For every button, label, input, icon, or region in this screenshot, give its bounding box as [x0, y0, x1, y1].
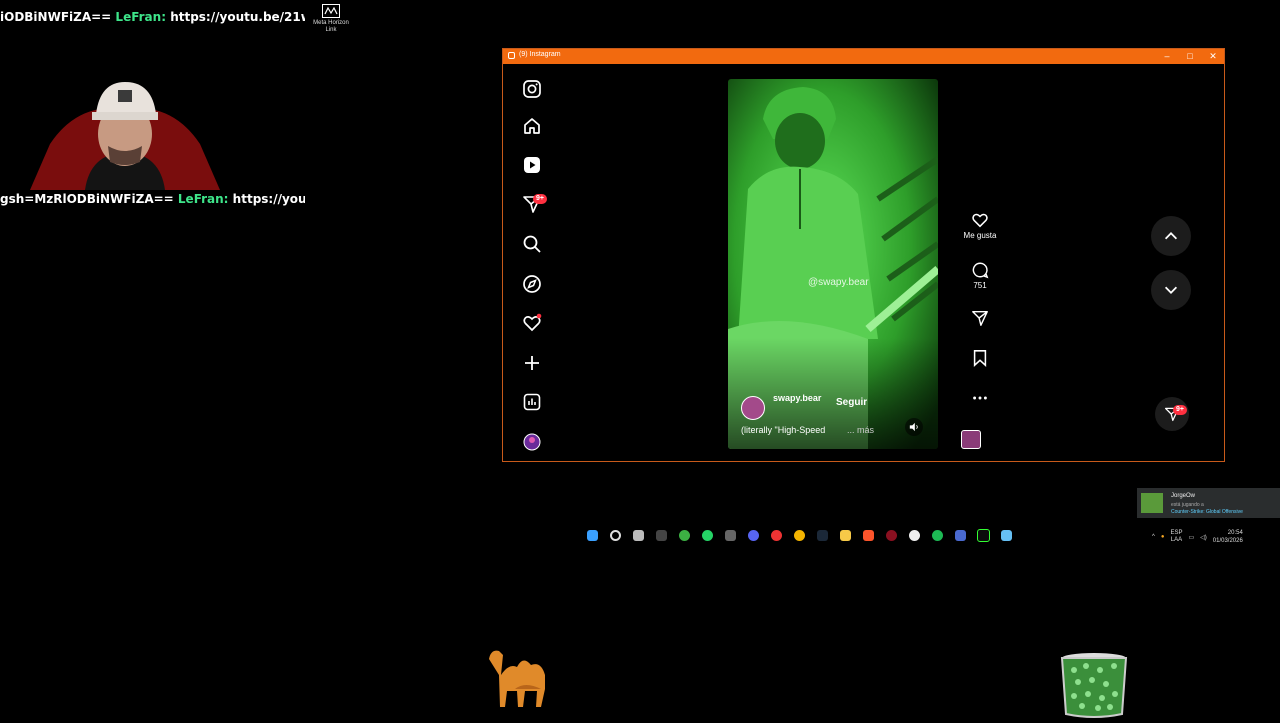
- ticker-user: LeFran:: [115, 10, 166, 24]
- xbox-icon[interactable]: [675, 526, 693, 544]
- caption-more-link[interactable]: ... más: [847, 425, 874, 435]
- comment-icon: [972, 262, 989, 279]
- network-icon[interactable]: ▭: [1188, 534, 1194, 541]
- toast-status: está jugando a: [1171, 502, 1204, 508]
- toast-user: JorgeOw: [1171, 493, 1196, 499]
- window-title: (9) Instagram: [519, 51, 561, 58]
- ticker-link: https://youtu.: [232, 192, 305, 206]
- instagram-window: (9) Instagram – □ ✕ 9+ @swapy.bear swapy…: [502, 48, 1225, 462]
- like-button[interactable]: Me gusta: [955, 211, 1005, 240]
- clock[interactable]: 20:54 01/03/2026: [1213, 529, 1243, 545]
- author-username[interactable]: swapy.bear: [773, 393, 829, 404]
- epic-games-icon[interactable]: [652, 526, 670, 544]
- terminal-icon[interactable]: [974, 526, 992, 544]
- like-label: Me gusta: [963, 231, 997, 240]
- toast-game: Counter-Strike: Global Offensive: [1171, 509, 1243, 515]
- app-icon[interactable]: [951, 526, 969, 544]
- share-button[interactable]: [955, 309, 1005, 329]
- camel-sprite: [485, 645, 557, 710]
- system-tray: ^ ● ESP LAA ▭ ◁) 20:54 01/03/2026: [1152, 526, 1243, 548]
- lang-code: ESP: [1170, 530, 1183, 536]
- ticker-user: LeFran:: [177, 192, 229, 206]
- clock-date: 01/03/2026: [1212, 538, 1243, 544]
- meta-icon: [322, 4, 340, 18]
- messages-badge: 9+: [533, 194, 547, 204]
- discord-icon[interactable]: [744, 526, 762, 544]
- dashboard-icon[interactable]: [521, 391, 543, 413]
- steam-icon[interactable]: [813, 526, 831, 544]
- app-icon[interactable]: [721, 526, 739, 544]
- volume-icon[interactable]: ◁): [1200, 534, 1207, 541]
- ticker-text: gsh=MzRlODBiNWFiZA==: [0, 192, 174, 206]
- taskbar: [583, 526, 1015, 544]
- speaker-icon: [909, 422, 918, 432]
- ticker-text: iODBiNWFiZA==: [0, 10, 112, 24]
- spotify-icon[interactable]: [928, 526, 946, 544]
- meta-horizon-link-shortcut[interactable]: Meta Horizon Link: [311, 4, 351, 34]
- explore-icon[interactable]: [521, 273, 543, 295]
- microphone-icon[interactable]: ●: [1161, 534, 1165, 540]
- whatsapp-icon[interactable]: [698, 526, 716, 544]
- more-options-button[interactable]: [955, 389, 1005, 409]
- chevron-down-icon: [1164, 286, 1178, 294]
- send-icon: [972, 310, 988, 326]
- windows-start-icon[interactable]: [583, 526, 601, 544]
- instagram-app-icon: [508, 52, 515, 59]
- record-icon[interactable]: [767, 526, 785, 544]
- clock-time: 20:54: [1227, 530, 1243, 536]
- chevron-up-icon: [1164, 232, 1178, 240]
- maximize-button[interactable]: □: [1179, 49, 1201, 64]
- reels-icon[interactable]: [521, 154, 543, 176]
- webcam-feed: [30, 74, 220, 190]
- recycle-bin-icon[interactable]: [1060, 652, 1128, 718]
- author-avatar[interactable]: [741, 396, 765, 420]
- ellipsis-icon: [973, 396, 987, 400]
- ticker-link: https://youtu.be/21w5Xk: [170, 10, 305, 24]
- messages-fab-badge: 9+: [1173, 405, 1187, 415]
- search-icon[interactable]: [606, 526, 624, 544]
- search-icon[interactable]: [521, 233, 543, 255]
- game-icon[interactable]: [882, 526, 900, 544]
- game-activity-toast[interactable]: JorgeOw está jugando a Counter-Strike: G…: [1137, 488, 1280, 518]
- file-explorer-icon[interactable]: [836, 526, 854, 544]
- bookmark-icon: [973, 350, 987, 367]
- save-button[interactable]: [955, 349, 1005, 369]
- reel-caption: (literally "High-Speed: [741, 425, 826, 435]
- audio-thumbnail[interactable]: [961, 430, 981, 449]
- chevron-up-icon[interactable]: ^: [1152, 534, 1155, 540]
- lang-layout: LAA: [1170, 537, 1183, 543]
- mute-button[interactable]: [905, 418, 923, 436]
- stream-ticker-mid: gsh=MzRlODBiNWFiZA== LeFran: https://you…: [0, 192, 305, 206]
- steam-icon[interactable]: [997, 526, 1015, 544]
- github-icon[interactable]: [905, 526, 923, 544]
- minimize-button[interactable]: –: [1156, 49, 1178, 64]
- profile-avatar[interactable]: [521, 431, 543, 453]
- reel-watermark: @swapy.bear: [808, 277, 869, 288]
- meta-link-label: Meta Horizon Link: [313, 20, 349, 33]
- home-icon[interactable]: [521, 115, 543, 137]
- notifications-heart-icon[interactable]: [521, 312, 543, 334]
- task-view-icon[interactable]: [629, 526, 647, 544]
- previous-reel-button[interactable]: [1151, 216, 1191, 256]
- brave-icon[interactable]: [859, 526, 877, 544]
- chrome-icon[interactable]: [790, 526, 808, 544]
- reel-video[interactable]: [728, 79, 938, 449]
- heart-icon: [972, 213, 988, 228]
- create-plus-icon[interactable]: [521, 352, 543, 374]
- next-reel-button[interactable]: [1151, 270, 1191, 310]
- comments-button[interactable]: 751: [955, 261, 1005, 290]
- close-button[interactable]: ✕: [1202, 49, 1224, 64]
- language-indicator[interactable]: ESP LAA: [1170, 530, 1182, 544]
- comments-count: 751: [973, 281, 987, 290]
- user-avatar: [1141, 493, 1163, 513]
- stream-ticker-top: iODBiNWFiZA== LeFran: https://youtu.be/2…: [0, 10, 305, 24]
- window-titlebar[interactable]: (9) Instagram – □ ✕: [503, 49, 1224, 64]
- follow-button[interactable]: Seguir: [836, 397, 867, 408]
- instagram-icon[interactable]: [521, 78, 543, 100]
